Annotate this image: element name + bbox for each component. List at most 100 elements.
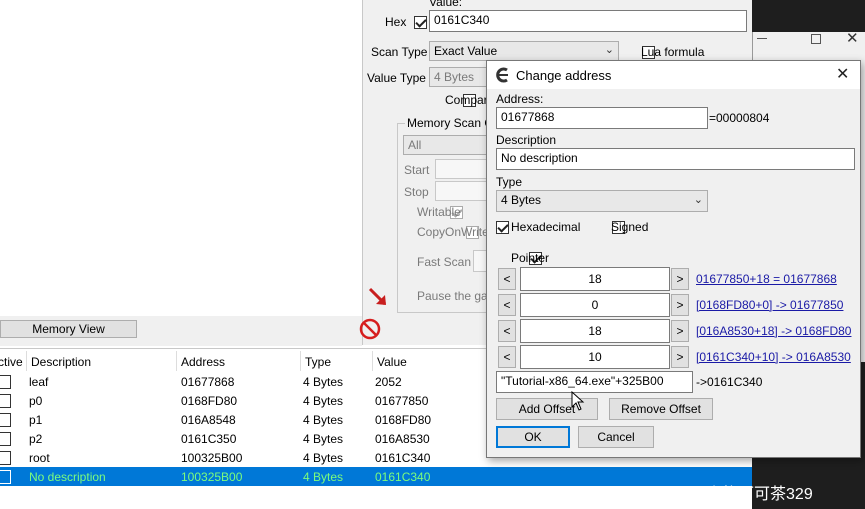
description-input[interactable]: No description <box>496 148 855 170</box>
row-active-checkbox[interactable] <box>0 470 11 484</box>
cancel-button[interactable]: Cancel <box>578 426 654 448</box>
scan-type-label: Scan Type <box>371 45 428 59</box>
type-select[interactable]: 4 Bytes ⌄ <box>496 190 708 212</box>
hexadecimal-checkbox[interactable] <box>496 221 509 235</box>
stop-label: Stop <box>404 185 429 199</box>
change-address-dialog: Change address ✕ Address: 01677868 =0000… <box>486 60 861 458</box>
col-active[interactable]: ctive <box>0 355 23 369</box>
ok-button[interactable]: OK <box>496 426 570 448</box>
row-type: 4 Bytes <box>303 432 344 446</box>
dialog-title: Change address <box>516 68 612 83</box>
offset-increase-button[interactable]: > <box>671 346 689 368</box>
maximize-icon[interactable] <box>811 34 821 44</box>
offset-input[interactable]: 18 <box>520 267 670 291</box>
offset-decrease-button[interactable]: < <box>498 294 516 316</box>
offset-result[interactable]: 01677850+18 = 01677868 <box>696 272 837 286</box>
row-active-checkbox[interactable] <box>0 432 11 446</box>
row-type: 4 Bytes <box>303 413 344 427</box>
chevron-down-icon: ⌄ <box>693 194 703 206</box>
scan-type-select[interactable]: Exact Value ⌄ <box>429 41 619 61</box>
mouse-cursor-icon <box>571 390 585 411</box>
copy-on-write-label: CopyOnWrite <box>417 225 489 239</box>
offset-increase-button[interactable]: > <box>671 294 689 316</box>
pointer-label: Pointer <box>511 251 550 265</box>
offset-result[interactable]: [016A8530+18] -> 0168FD80 <box>696 324 851 338</box>
row-type: 4 Bytes <box>303 394 344 408</box>
hex-checkbox[interactable] <box>414 16 427 30</box>
writable-label: Writable <box>417 205 461 219</box>
minimize-icon[interactable] <box>757 38 767 39</box>
offset-result[interactable]: [0168FD80+0] -> 01677850 <box>696 298 843 312</box>
row-value: 016A8530 <box>375 432 430 446</box>
row-type: 4 Bytes <box>303 451 344 465</box>
offset-input[interactable]: 18 <box>520 319 670 343</box>
compare-label: Compar <box>445 93 488 107</box>
dialog-titlebar: Change address ✕ <box>487 61 860 89</box>
address-result: =00000804 <box>709 111 770 125</box>
close-icon[interactable]: ✕ <box>836 64 849 84</box>
hexadecimal-label: Hexadecimal <box>511 220 581 234</box>
offset-decrease-button[interactable]: < <box>498 268 516 290</box>
pause-game-label: Pause the ga <box>417 289 488 303</box>
row-address: 100325B00 <box>181 470 243 484</box>
close-icon[interactable]: ✕ <box>846 29 859 47</box>
base-address-result: ->0161C340 <box>696 375 763 389</box>
value-label: Value: <box>429 0 463 9</box>
row-value: 0168FD80 <box>375 413 432 427</box>
offset-decrease-button[interactable]: < <box>498 320 516 342</box>
row-address: 0168FD80 <box>181 394 238 408</box>
row-address: 016A8548 <box>181 413 236 427</box>
memory-scan-label: Memory Scan O <box>405 116 496 130</box>
row-value: 0161C340 <box>375 451 431 465</box>
col-type[interactable]: Type <box>305 355 331 369</box>
row-address: 0161C350 <box>181 432 237 446</box>
row-address: 01677868 <box>181 375 235 389</box>
watermark: CSDN @小熊可可茶329 <box>640 486 813 503</box>
memory-region-select[interactable]: All <box>403 135 493 155</box>
address-input[interactable]: 01677868 <box>496 107 708 129</box>
type-label: Type <box>496 175 523 189</box>
row-active-checkbox[interactable] <box>0 375 11 389</box>
cheat-engine-logo-icon <box>495 67 511 83</box>
address-label: Address: <box>496 92 544 106</box>
offset-result[interactable]: [0161C340+10] -> 016A8530 <box>696 350 851 364</box>
description-label: Description <box>496 133 557 147</box>
row-value: 0161C340 <box>375 470 431 484</box>
remove-offset-button[interactable]: Remove Offset <box>609 398 713 420</box>
row-active-checkbox[interactable] <box>0 413 11 427</box>
start-label: Start <box>404 163 430 177</box>
col-address[interactable]: Address <box>181 355 225 369</box>
lua-formula-label: Lua formula <box>641 45 705 59</box>
row-description: p2 <box>29 432 43 446</box>
col-value[interactable]: Value <box>377 355 407 369</box>
row-description: leaf <box>29 375 49 389</box>
offset-input[interactable]: 0 <box>520 293 670 317</box>
value-type-label: Value Type <box>367 71 426 85</box>
row-active-checkbox[interactable] <box>0 394 11 408</box>
row-type: 4 Bytes <box>303 470 344 484</box>
chevron-down-icon: ⌄ <box>604 44 614 56</box>
col-description[interactable]: Description <box>31 355 91 369</box>
row-description: p1 <box>29 413 43 427</box>
offset-decrease-button[interactable]: < <box>498 346 516 368</box>
base-address-input[interactable]: "Tutorial-x86_64.exe"+325B00 <box>496 371 693 393</box>
clear-list-icon[interactable] <box>358 317 382 341</box>
fast-scan-label: Fast Scan <box>417 255 472 269</box>
row-description: p0 <box>29 394 43 408</box>
row-type: 4 Bytes <box>303 375 344 389</box>
hex-label: Hex <box>385 15 407 29</box>
results-list-area <box>0 0 362 312</box>
add-to-list-arrow-icon[interactable] <box>366 285 390 309</box>
memory-view-button[interactable]: Memory View <box>0 320 137 338</box>
signed-label: Signed <box>611 220 649 234</box>
scan-value-input[interactable]: 0161C340 <box>429 10 747 32</box>
row-active-checkbox[interactable] <box>0 451 11 465</box>
row-value: 01677850 <box>375 394 429 408</box>
row-description: No description <box>29 470 106 484</box>
offset-input[interactable]: 10 <box>520 345 670 369</box>
offset-increase-button[interactable]: > <box>671 320 689 342</box>
scan-type-value: Exact Value <box>434 44 498 58</box>
type-value: 4 Bytes <box>501 193 542 207</box>
row-description: root <box>29 451 50 465</box>
offset-increase-button[interactable]: > <box>671 268 689 290</box>
